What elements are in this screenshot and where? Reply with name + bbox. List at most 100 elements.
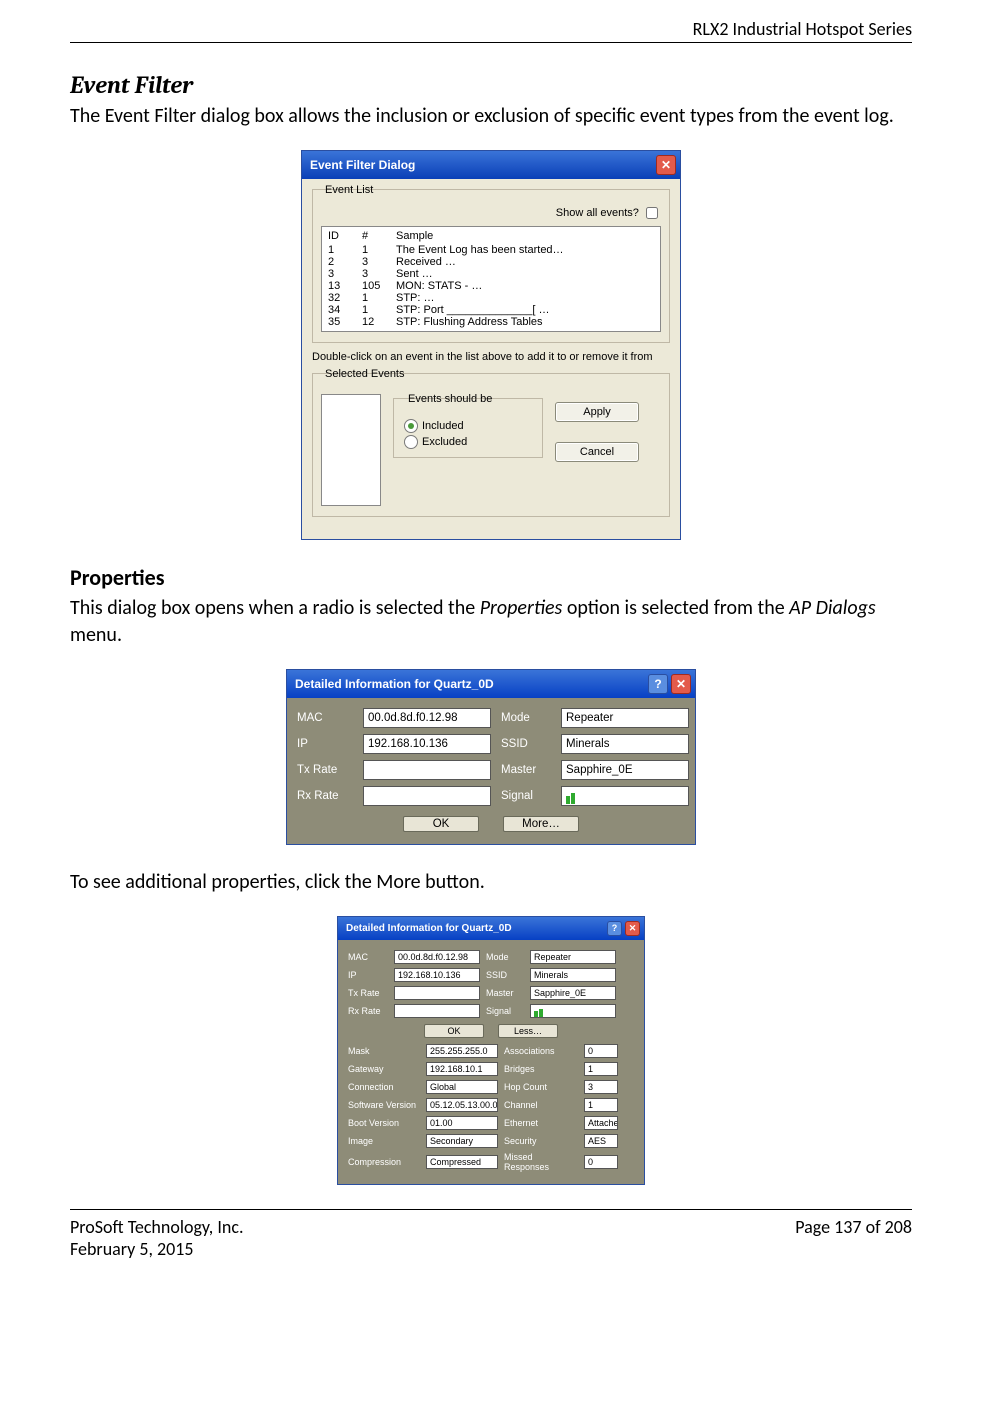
compression-label: Compression	[348, 1157, 420, 1167]
show-all-events-label: Show all events?	[556, 204, 661, 222]
ok-button[interactable]: OK	[424, 1024, 484, 1038]
bootver-field: 01.00	[426, 1116, 498, 1130]
list-item[interactable]: 3512STP: Flushing Address Tables	[328, 316, 654, 328]
master-label: Master	[486, 988, 524, 998]
rxrate-field	[394, 1004, 480, 1018]
txrate-label: Tx Rate	[348, 988, 388, 998]
list-item[interactable]: 11The Event Log has been started…	[328, 244, 654, 256]
missed-field: 0	[584, 1155, 618, 1169]
excluded-radio[interactable]	[404, 435, 418, 449]
properties-expanded-title: Detailed Information for Quartz_0D	[346, 923, 512, 934]
compression-field: Compressed	[426, 1155, 498, 1169]
signal-label: Signal	[501, 790, 551, 802]
mac-label: MAC	[297, 712, 353, 724]
close-icon[interactable]: ✕	[625, 921, 640, 936]
rxrate-label: Rx Rate	[348, 1006, 388, 1016]
list-item[interactable]: 13105MON: STATS - …	[328, 280, 654, 292]
bridges-field: 1	[584, 1062, 618, 1076]
missed-label: Missed Responses	[504, 1152, 578, 1172]
ok-button[interactable]: OK	[403, 816, 479, 832]
ssid-label: SSID	[501, 738, 551, 750]
mac-field: 00.0d.8d.f0.12.98	[394, 950, 480, 964]
signal-field	[530, 1004, 616, 1018]
ethernet-label: Ethernet	[504, 1118, 578, 1128]
cancel-button[interactable]: Cancel	[555, 442, 639, 462]
rxrate-label: Rx Rate	[297, 790, 353, 802]
col-id: ID	[328, 230, 362, 242]
help-icon[interactable]: ?	[648, 674, 668, 694]
list-item[interactable]: 321STP: …	[328, 292, 654, 304]
list-item[interactable]: 341STP: Port ______________[ …	[328, 304, 654, 316]
master-field: Sapphire_0E	[561, 760, 689, 780]
security-field: AES	[584, 1134, 618, 1148]
para-properties: This dialog box opens when a radio is se…	[70, 595, 912, 649]
list-item[interactable]: 33Sent …	[328, 268, 654, 280]
ip-label: IP	[348, 970, 388, 980]
properties-expanded-titlebar[interactable]: Detailed Information for Quartz_0D ? ✕	[338, 917, 644, 940]
properties-title: Detailed Information for Quartz_0D	[295, 677, 494, 691]
less-button[interactable]: Less…	[498, 1024, 558, 1038]
mac-field: 00.0d.8d.f0.12.98	[363, 708, 491, 728]
footer-company: ProSoft Technology, Inc.	[70, 1216, 244, 1238]
ethernet-field: Attached	[584, 1116, 618, 1130]
swver-field: 05.12.05.13.00.00	[426, 1098, 498, 1112]
channel-field: 1	[584, 1098, 618, 1112]
show-all-events-checkbox[interactable]	[646, 207, 658, 219]
event-filter-titlebar[interactable]: Event Filter Dialog ✕	[302, 151, 680, 179]
more-button[interactable]: More…	[503, 816, 579, 832]
mode-label: Mode	[486, 952, 524, 962]
para-event-filter: The Event Filter dialog box allows the i…	[70, 103, 912, 130]
mask-label: Mask	[348, 1046, 420, 1056]
bridges-label: Bridges	[504, 1064, 578, 1074]
close-icon[interactable]: ✕	[671, 674, 691, 694]
event-filter-title: Event Filter Dialog	[310, 158, 415, 172]
image-label: Image	[348, 1136, 420, 1146]
doc-series-header: RLX2 Industrial Hotspot Series	[70, 18, 912, 40]
txrate-field	[394, 986, 480, 1000]
properties-titlebar[interactable]: Detailed Information for Quartz_0D ? ✕	[287, 670, 695, 698]
apply-button[interactable]: Apply	[555, 402, 639, 422]
hop-field: 3	[584, 1080, 618, 1094]
included-radio[interactable]	[404, 419, 418, 433]
txrate-field	[363, 760, 491, 780]
ssid-field: Minerals	[561, 734, 689, 754]
selected-events-list[interactable]	[321, 394, 381, 506]
swver-label: Software Version	[348, 1100, 420, 1110]
bottom-rule	[70, 1209, 912, 1210]
help-icon[interactable]: ?	[607, 921, 622, 936]
close-icon[interactable]: ✕	[656, 155, 676, 175]
heading-properties: Properties	[70, 564, 912, 591]
hop-label: Hop Count	[504, 1082, 578, 1092]
gateway-field: 192.168.10.1	[426, 1062, 498, 1076]
signal-bars-icon	[566, 788, 684, 804]
signal-field	[561, 786, 689, 806]
mode-field: Repeater	[561, 708, 689, 728]
connection-label: Connection	[348, 1082, 420, 1092]
event-list[interactable]: ID # Sample 11The Event Log has been sta…	[321, 226, 661, 332]
signal-bars-icon	[534, 1005, 612, 1017]
event-filter-dialog: Event Filter Dialog ✕ Event List Show al…	[301, 150, 681, 540]
list-item[interactable]: 23Received …	[328, 256, 654, 268]
image-field: Secondary	[426, 1134, 498, 1148]
selected-events-fieldset: Selected Events Events should be Include…	[312, 373, 670, 517]
footer-date: February 5, 2015	[70, 1238, 244, 1260]
channel-label: Channel	[504, 1100, 578, 1110]
gateway-label: Gateway	[348, 1064, 420, 1074]
ip-label: IP	[297, 738, 353, 750]
instruction-text: Double-click on an event in the list abo…	[312, 351, 670, 363]
signal-label: Signal	[486, 1006, 524, 1016]
mode-field: Repeater	[530, 950, 616, 964]
mask-field: 255.255.255.0	[426, 1044, 498, 1058]
col-num: #	[362, 230, 396, 242]
show-all-events-text: Show all events?	[556, 207, 639, 219]
txrate-label: Tx Rate	[297, 764, 353, 776]
footer-page: Page 137 of 208	[795, 1216, 912, 1260]
excluded-label: Excluded	[422, 436, 467, 448]
event-list-fieldset: Event List Show all events? ID # Sample	[312, 189, 670, 343]
assoc-label: Associations	[504, 1046, 578, 1056]
col-sample: Sample	[396, 230, 654, 242]
mac-label: MAC	[348, 952, 388, 962]
properties-dialog: Detailed Information for Quartz_0D ? ✕ M…	[286, 669, 696, 845]
master-field: Sapphire_0E	[530, 986, 616, 1000]
security-label: Security	[504, 1136, 578, 1146]
